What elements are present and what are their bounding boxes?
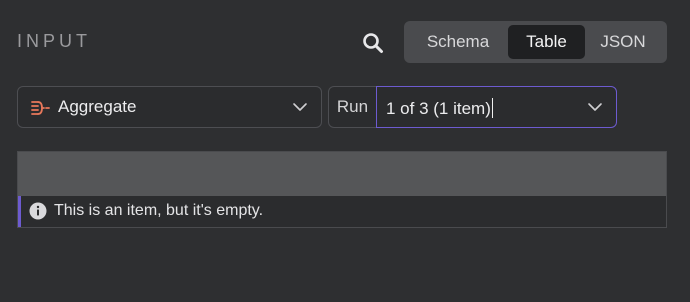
tab-schema[interactable]: Schema [408,25,508,59]
run-selector-group: Run 1 of 3 (1 item) [328,86,617,128]
run-selector[interactable]: 1 of 3 (1 item) [376,86,617,128]
node-selector-label: Aggregate [58,97,137,116]
empty-item-message: This is an item, but it's empty. [54,202,264,219]
tab-table[interactable]: Table [508,25,585,59]
chevron-down-icon [293,103,307,111]
panel-title: INPUT [17,31,91,51]
view-mode-tabs: Schema Table JSON [404,21,667,63]
aggregate-node-icon [31,101,50,115]
search-icon [363,33,383,53]
info-icon [29,202,47,220]
table-row: This is an item, but it's empty. [18,196,666,227]
tab-json[interactable]: JSON [585,25,661,59]
chevron-down-icon [588,103,602,111]
search-button[interactable] [358,28,388,58]
input-panel: INPUT Schema Table JSON Aggregate Run 1 … [0,0,690,302]
node-selector[interactable]: Aggregate [17,86,322,128]
run-selector-value: 1 of 3 (1 item) [386,99,491,118]
data-table: This is an item, but it's empty. [17,151,667,228]
run-label: Run [329,87,377,127]
table-header [18,152,666,196]
